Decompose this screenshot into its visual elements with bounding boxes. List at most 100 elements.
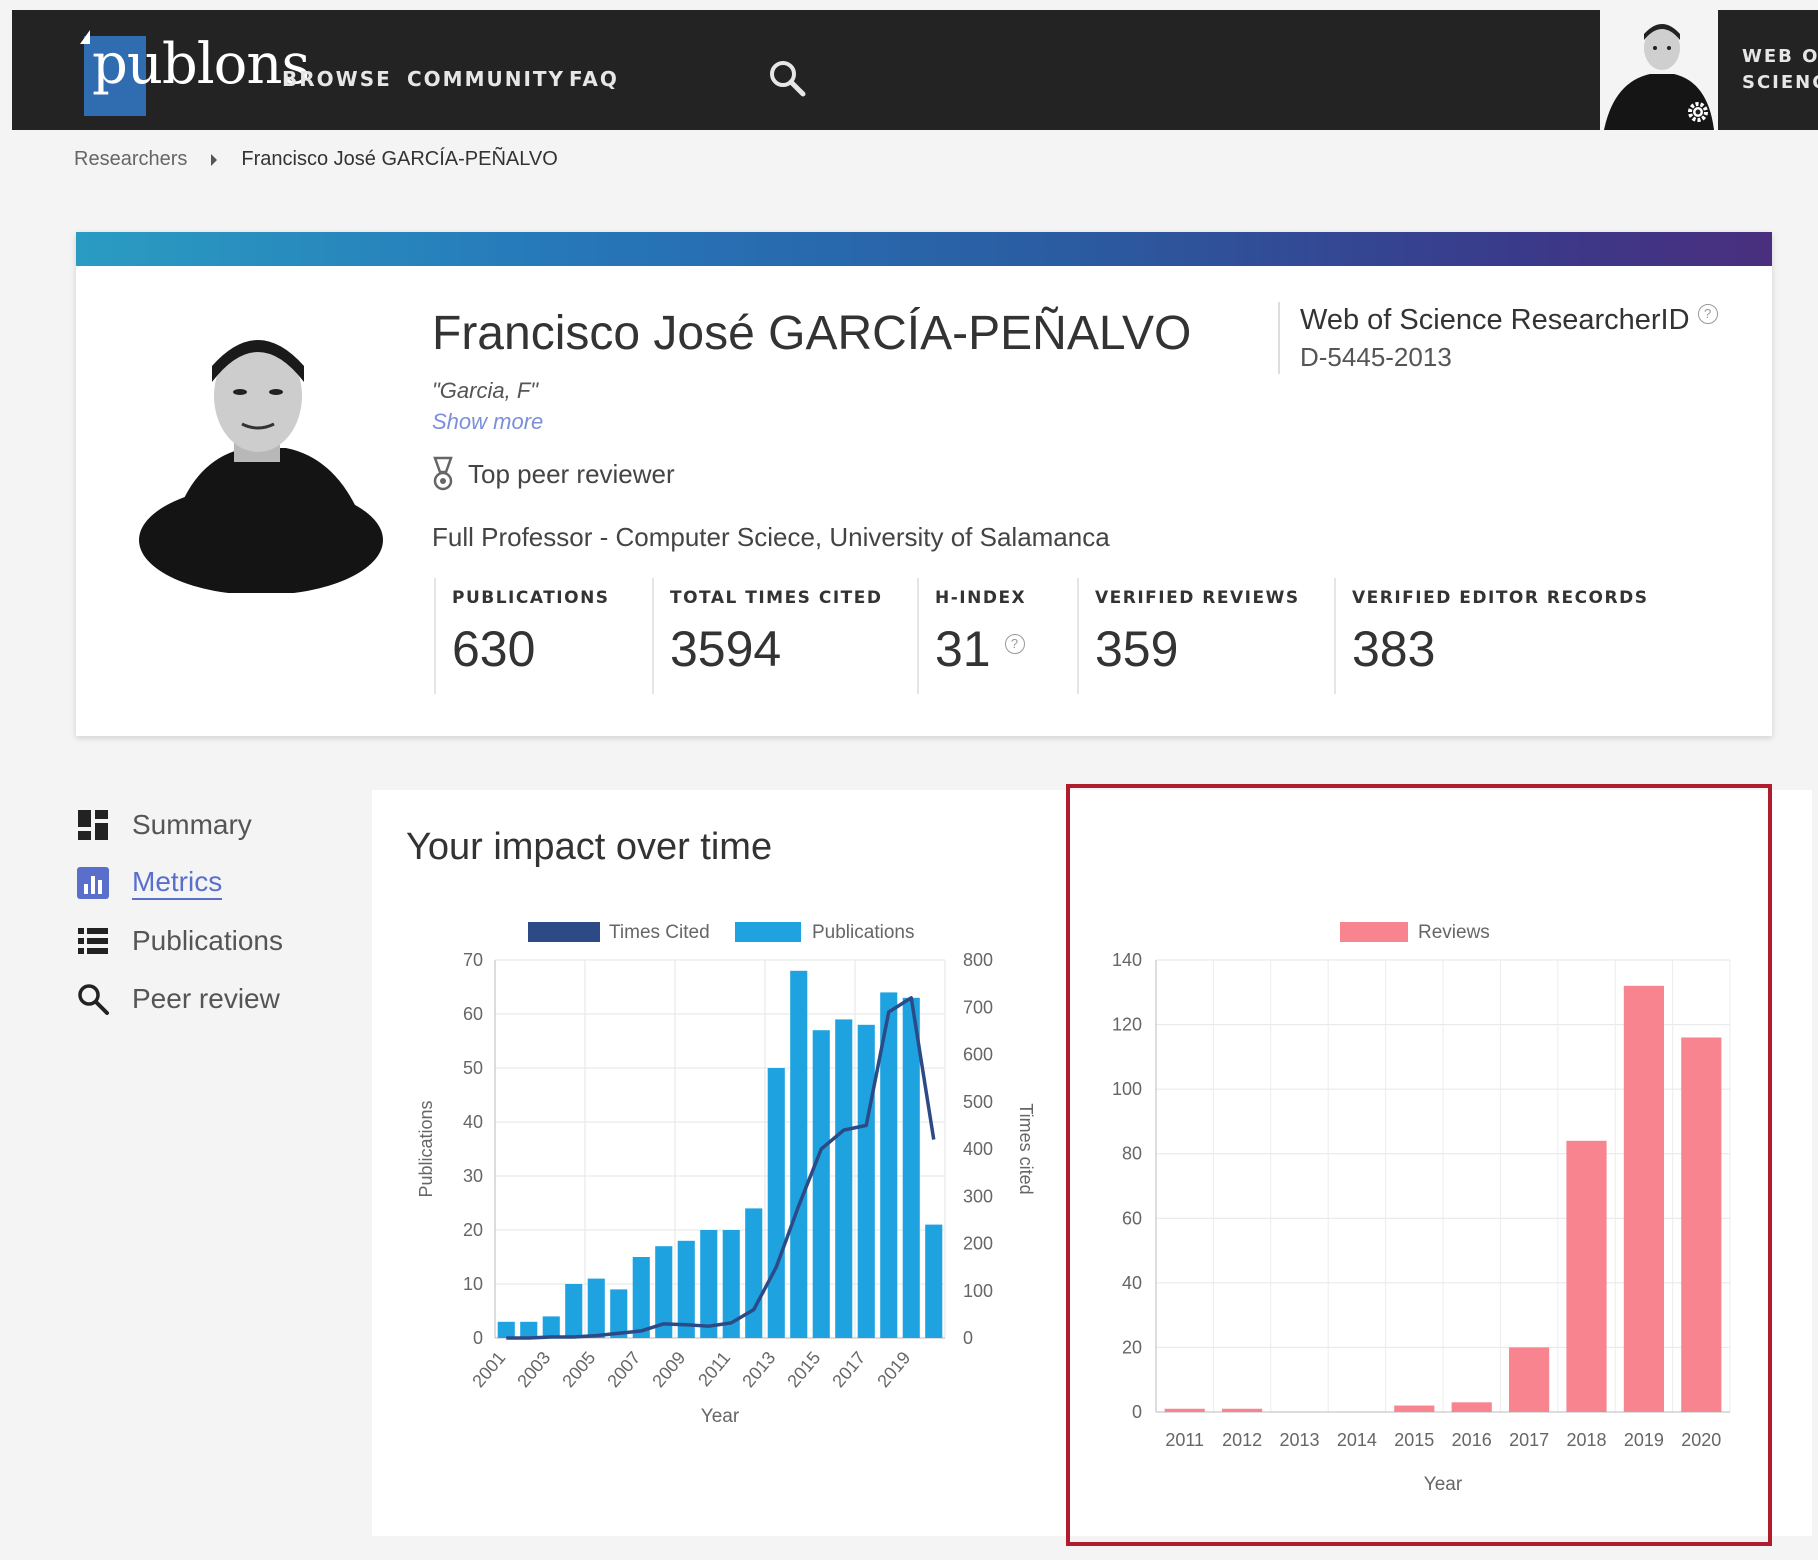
x-tick-label: 2019	[873, 1348, 914, 1392]
profile-gradient-bar	[76, 232, 1772, 266]
x-tick-label: 2007	[603, 1348, 644, 1392]
y-tick-label-left: 30	[463, 1166, 483, 1186]
publications-bar	[767, 1068, 785, 1338]
y-tick-label-right: 0	[963, 1328, 973, 1348]
breadcrumb-current: Francisco José GARCÍA-PEÑALVO	[241, 148, 558, 170]
stat-label: TOTAL TIMES CITED	[670, 588, 883, 608]
x-tick-label: 2013	[738, 1348, 779, 1392]
stat-label: VERIFIED REVIEWS	[1095, 588, 1300, 608]
x-tick-label: 2005	[558, 1348, 599, 1392]
impact-title: Your impact over time	[406, 826, 773, 868]
stat-value: 630	[452, 621, 536, 677]
help-icon[interactable]: ?	[1697, 304, 1718, 324]
publications-bar	[610, 1289, 628, 1338]
y-tick-label-right: 400	[963, 1139, 993, 1159]
highlight-box	[1066, 784, 1772, 1546]
top-peer-reviewer-badge: Top peer reviewer	[432, 456, 675, 492]
y-tick-label-left: 40	[463, 1112, 483, 1132]
web-of-science-link[interactable]: WEB OF SCIENCE	[1742, 44, 1818, 96]
publications-bar	[700, 1230, 718, 1338]
sidebar-item-label: Summary	[132, 809, 252, 840]
sidebar-item-publications[interactable]: Publications	[76, 924, 283, 958]
legend-swatch-times-cited	[528, 922, 600, 942]
publications-bar	[497, 1321, 515, 1338]
stat-total-times-cited[interactable]: TOTAL TIMES CITED 3594	[652, 578, 882, 694]
y-tick-label-left: 0	[473, 1328, 483, 1348]
breadcrumb-researchers[interactable]: Researchers	[74, 148, 187, 171]
stat-label: H-INDEX	[935, 588, 1027, 608]
y-tick-label-right: 800	[963, 950, 993, 970]
y-axis-label-left: Publications	[416, 1100, 436, 1197]
stat-value: 359	[1095, 621, 1179, 677]
stat-value: 3594	[670, 621, 782, 677]
affiliation: Full Professor - Computer Sciece, Univer…	[432, 522, 1110, 552]
publications-bar	[542, 1316, 560, 1338]
publications-bar	[812, 1030, 830, 1338]
y-tick-label-left: 60	[463, 1004, 483, 1024]
wos-line-2: SCIENCE	[1742, 72, 1818, 93]
researcherid-label: Web of Science ResearcherID ?	[1300, 304, 1718, 337]
researcher-alias: "Garcia, F"	[432, 378, 539, 403]
y-tick-label-right: 100	[963, 1281, 993, 1301]
search-icon	[78, 984, 109, 1015]
h-index-value: 31	[935, 621, 991, 677]
user-avatar[interactable]	[1600, 10, 1718, 130]
stat-value: 383	[1352, 621, 1436, 677]
sidebar-item-metrics[interactable]: Metrics	[76, 866, 223, 900]
nav-community[interactable]: COMMUNITY	[407, 67, 565, 91]
y-tick-label-right: 300	[963, 1186, 993, 1206]
publications-bar	[587, 1278, 605, 1338]
stat-label: PUBLICATIONS	[452, 588, 610, 608]
sidebar-item-peer-review[interactable]: Peer review	[76, 982, 280, 1016]
breadcrumb-separator-icon	[211, 153, 218, 166]
publications-bar	[565, 1284, 583, 1338]
x-tick-label: 2011	[694, 1348, 734, 1391]
award-label: Top peer reviewer	[468, 458, 675, 489]
publications-bar	[902, 997, 920, 1338]
nav-faq[interactable]: FAQ	[569, 67, 619, 91]
logo-text: publons	[92, 32, 310, 97]
stat-value: 31 ?	[935, 620, 1026, 678]
x-tick-label: 2017	[828, 1348, 869, 1392]
bar-chart-icon	[77, 867, 109, 899]
y-tick-label-left: 10	[463, 1274, 483, 1294]
y-tick-label-left: 20	[463, 1220, 483, 1240]
y-tick-label-left: 50	[463, 1058, 483, 1078]
publications-bar	[857, 1024, 875, 1338]
y-axis-label-right: Times cited	[1016, 1103, 1036, 1194]
nav-browse[interactable]: BROWSE	[282, 67, 392, 91]
show-more-link[interactable]: Show more	[432, 409, 543, 435]
publications-bar	[745, 1208, 763, 1338]
publications-bar	[790, 970, 808, 1338]
x-tick-label: 2009	[648, 1348, 689, 1392]
settings-gear-icon[interactable]	[1686, 100, 1710, 124]
h-index-help-icon[interactable]: ?	[1004, 634, 1025, 655]
researcherid-divider	[1278, 302, 1280, 374]
stat-verified-editor-records[interactable]: VERIFIED EDITOR RECORDS 383	[1334, 578, 1648, 694]
publications-bar	[520, 1321, 538, 1338]
stat-publications[interactable]: PUBLICATIONS 630	[434, 578, 610, 694]
x-tick-label: 2001	[468, 1348, 509, 1392]
breadcrumb: Researchers Francisco José GARCÍA-PEÑALV…	[74, 148, 558, 171]
legend-label-publications: Publications	[812, 922, 914, 943]
dashboard-icon	[78, 810, 108, 840]
y-tick-label-right: 200	[963, 1234, 993, 1254]
wos-line-1: WEB OF	[1742, 46, 1818, 67]
search-icon[interactable]	[767, 58, 807, 98]
publications-bar	[925, 1224, 943, 1338]
publications-bar	[632, 1257, 650, 1338]
x-tick-label: 2003	[513, 1348, 554, 1392]
legend-label-times-cited: Times Cited	[609, 922, 710, 943]
sidebar-item-label: Peer review	[132, 983, 280, 1014]
y-tick-label-right: 700	[963, 997, 993, 1017]
sidebar-item-summary[interactable]: Summary	[76, 808, 252, 842]
researcher-name: Francisco José GARCÍA-PEÑALVO	[432, 307, 1192, 360]
stat-h-index[interactable]: H-INDEX 31 ?	[917, 578, 1026, 694]
list-icon	[78, 928, 108, 954]
x-axis-label: Year	[701, 1406, 740, 1427]
award-medal-icon	[433, 456, 453, 491]
legend-swatch-publications	[735, 922, 801, 942]
x-tick-label: 2015	[783, 1348, 824, 1392]
stat-verified-reviews[interactable]: VERIFIED REVIEWS 359	[1077, 578, 1300, 694]
y-tick-label-right: 600	[963, 1045, 993, 1065]
